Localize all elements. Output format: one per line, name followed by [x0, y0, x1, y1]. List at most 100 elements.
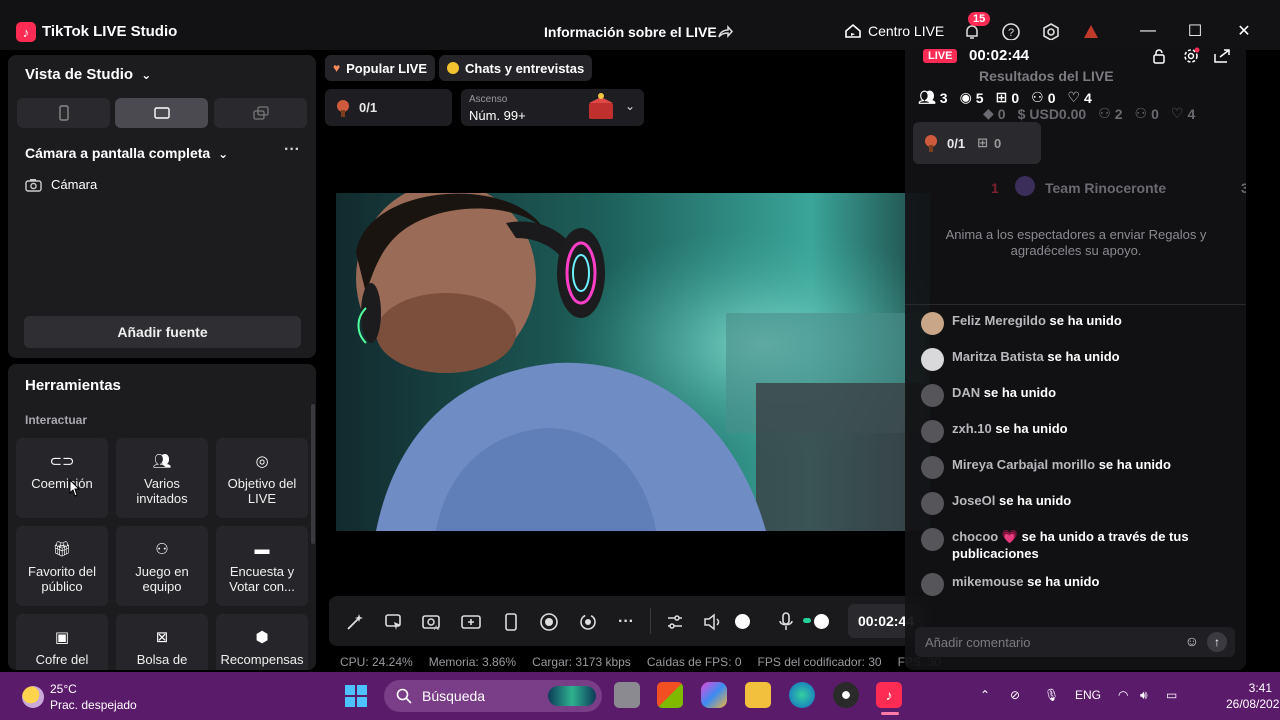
taskbar-clock[interactable]: 3:41 26/08/2026 [1226, 680, 1280, 712]
emoji-icon[interactable]: ☺ [1185, 633, 1199, 649]
gift-goal-card[interactable]: 0/1 ⊞ 0 [913, 122, 1041, 164]
taskbar-search[interactable]: Búsqueda [384, 680, 602, 712]
language-indicator[interactable]: ENG [1075, 688, 1101, 702]
chat-action: se ha unido [1098, 457, 1171, 472]
scene-dropdown[interactable]: Cámara a pantalla completa ⌄ [25, 145, 228, 161]
viewers-stat: 👥︎ 3 [918, 89, 948, 106]
phone-screen-icon[interactable] [501, 612, 521, 632]
tool-users[interactable]: 👥︎ Varios invitados [116, 438, 208, 518]
studio-view-dropdown[interactable]: Vista de Studio ⌄ [25, 66, 151, 83]
users-icon: 👥︎ [152, 452, 172, 470]
tool-label: Juego en equipo [135, 564, 189, 594]
chat-username[interactable]: mikemouse [952, 574, 1024, 589]
chat-message[interactable]: Feliz Meregildo se ha unido [921, 312, 1221, 335]
volume-icon[interactable]: 🔊︎ [1140, 688, 1148, 703]
landscape-layout-button[interactable] [115, 98, 208, 128]
chat-message[interactable]: zxh.10 se ha unido [921, 420, 1221, 443]
store-icon[interactable] [657, 682, 683, 708]
chat-message[interactable]: DAN se ha unido [921, 384, 1221, 407]
portrait-layout-button[interactable] [17, 98, 110, 128]
edge-icon[interactable] [789, 682, 815, 708]
battery-icon[interactable]: ▭ [1166, 688, 1177, 702]
chevron-down-icon[interactable]: ⌄ [625, 99, 635, 113]
task-view-icon[interactable] [614, 682, 640, 708]
close-button[interactable]: ✕ [1232, 20, 1256, 42]
chat-username[interactable]: Feliz Meregildo [952, 313, 1046, 328]
screen-effect-icon[interactable] [384, 612, 404, 632]
chevron-down-icon: ⌄ [141, 68, 152, 82]
chat-message-text: Mireya Carbajal morillo se ha unido [952, 456, 1171, 479]
chat-message[interactable]: JoseOl se ha unido [921, 492, 1221, 515]
chat-username[interactable]: zxh.10 [952, 421, 992, 436]
chat-message[interactable]: chocoo 💗 se ha unido a través de tus pub… [921, 528, 1221, 562]
dual-layout-button[interactable] [214, 98, 307, 128]
detach-panel-icon[interactable] [1213, 48, 1231, 69]
gift-count: 0 [993, 135, 1002, 151]
mixer-settings-icon[interactable] [665, 612, 685, 632]
ai-camera-icon[interactable]: AI [422, 612, 442, 632]
tiktok-taskbar-icon[interactable]: ♪ [876, 682, 902, 708]
send-icon[interactable]: ↑ [1207, 632, 1227, 652]
weather-widget[interactable]: 25°C Prac. despejado [50, 681, 137, 713]
encoder-fps-stat: FPS del codificador: 30 [757, 655, 882, 669]
ascenso-label: Ascenso [469, 94, 508, 105]
live-elapsed-time: 00:02:44 [969, 47, 1030, 64]
tool-gift[interactable]: 🎁︎ Favorito del público [16, 526, 108, 606]
chat-username[interactable]: chocoo 💗 [952, 529, 1018, 544]
panel-settings-icon[interactable] [1182, 47, 1200, 70]
chat-username[interactable]: Maritza Batista [952, 349, 1044, 364]
obs-icon[interactable] [833, 682, 859, 708]
tools-scrollbar[interactable] [311, 404, 315, 544]
earnings-value: USD0.00 [1029, 105, 1087, 122]
chat-username[interactable]: JoseOl [952, 493, 995, 508]
chat-message[interactable]: Mireya Carbajal morillo se ha unido [921, 456, 1221, 479]
speaker-icon[interactable] [703, 612, 723, 632]
tool-link[interactable]: ⊂⊃ Coemisión [16, 438, 108, 518]
tool-team-game[interactable]: ⚇ Juego en equipo [116, 526, 208, 606]
chest-icon: ▣ [54, 628, 70, 646]
gift-goal-counter[interactable]: 0/1 [325, 89, 452, 126]
team-rank-row[interactable]: 1 Team Rinoceronte 3 [905, 176, 1246, 202]
wifi-icon[interactable]: ◠ [1118, 688, 1128, 702]
more-icon[interactable]: ··· [616, 612, 636, 632]
tool-chest[interactable]: ▣ Cofre del [16, 614, 108, 670]
network-off-icon[interactable]: ⊘ [1010, 688, 1020, 702]
add-source-button[interactable]: Añadir fuente [24, 316, 301, 348]
microphone-tray-icon[interactable]: 🎙︎ [1044, 688, 1059, 702]
tool-bag[interactable]: ⊠ Bolsa de [116, 614, 208, 670]
chat-message[interactable]: mikemouse se ha unido [921, 573, 1221, 596]
chevron-up-icon[interactable]: ⌃ [980, 688, 990, 702]
comment-input[interactable]: Añadir comentario ☺ ↑ [915, 627, 1235, 657]
notification-badge: 15 [968, 12, 991, 26]
treasure-box-icon [589, 93, 613, 119]
weather-icon[interactable] [22, 686, 44, 708]
popular-live-tag[interactable]: ♥ Popular LIVE [325, 55, 436, 81]
lock-icon[interactable] [1151, 48, 1167, 69]
ascenso-rank-box[interactable]: Ascenso Núm. 99+ ⌄ [461, 89, 644, 126]
speaker-volume-toggle[interactable] [733, 613, 763, 629]
memory-stat: Memoria: 3.86% [428, 655, 517, 669]
record-icon[interactable] [539, 612, 559, 632]
tool-reward[interactable]: ⬢ Recompensas [216, 614, 308, 670]
minimize-button[interactable]: — [1136, 20, 1160, 42]
share-icon[interactable] [716, 23, 734, 41]
microphone-icon[interactable] [776, 612, 796, 632]
source-item-camera[interactable]: Cámara [25, 177, 97, 192]
replay-icon[interactable] [578, 612, 598, 632]
chat-username[interactable]: Mireya Carbajal morillo [952, 457, 1095, 472]
windows-start-icon[interactable] [344, 684, 368, 708]
centro-live-button[interactable]: Centro LIVE [844, 22, 944, 40]
chat-username[interactable]: DAN [952, 385, 980, 400]
live-info-title[interactable]: Información sobre el LIVE [544, 22, 717, 42]
chat-message[interactable]: Maritza Batista se ha unido [921, 348, 1221, 371]
chats-tag[interactable]: Chats y entrevistas [439, 55, 593, 81]
maximize-button[interactable]: ☐ [1183, 20, 1207, 42]
tool-poll[interactable]: ▬ Encuesta y Votar con... [216, 526, 308, 606]
file-explorer-icon[interactable] [745, 682, 771, 708]
microphone-toggle[interactable] [803, 613, 833, 629]
more-options-icon[interactable]: ··· [284, 141, 300, 159]
tool-target[interactable]: ◎ Objetivo del LIVE [216, 438, 308, 518]
magic-wand-icon[interactable] [345, 612, 365, 632]
add-effect-icon[interactable] [461, 612, 481, 632]
copilot-icon[interactable] [701, 682, 727, 708]
